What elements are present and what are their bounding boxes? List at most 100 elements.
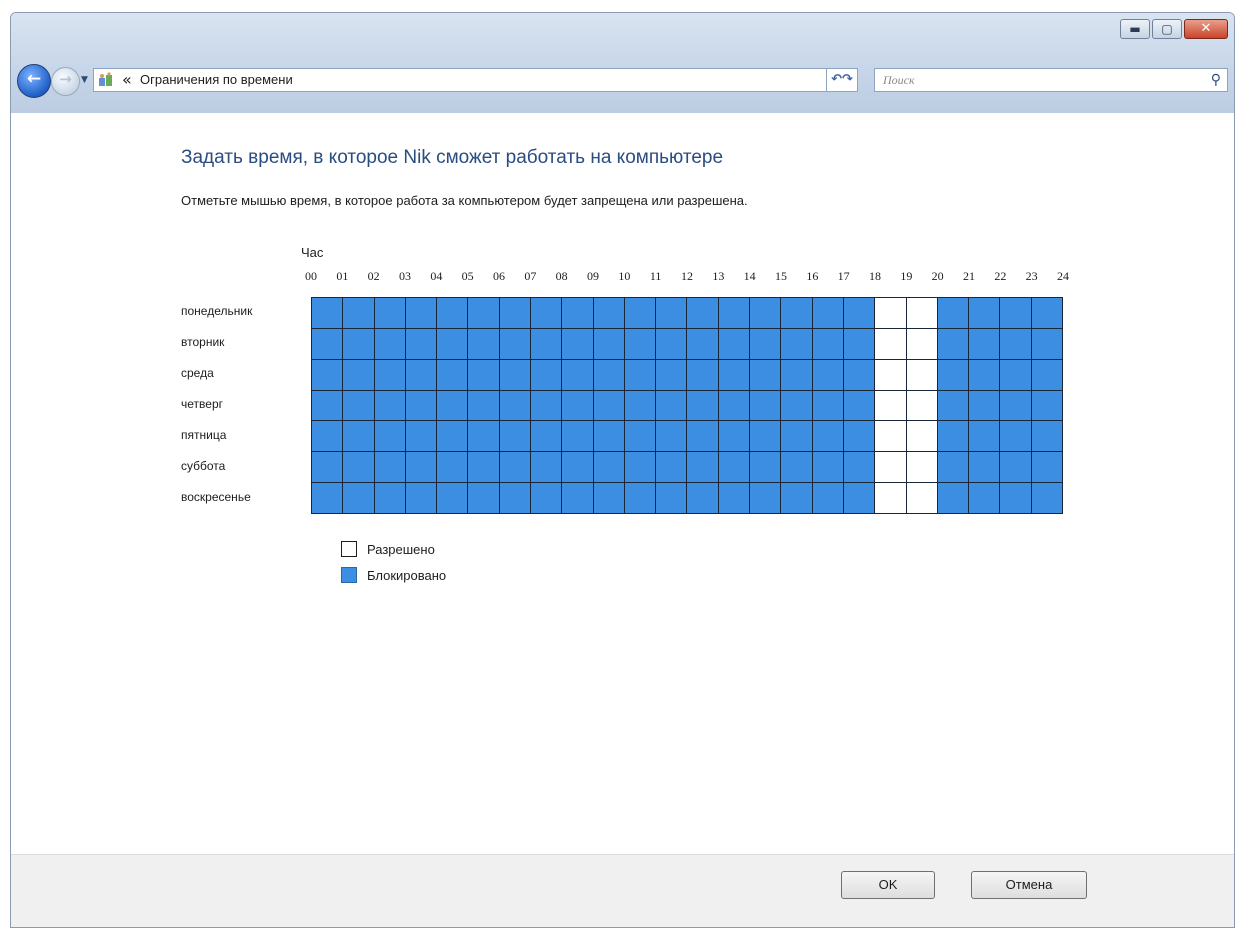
time-slot-0-7[interactable] (531, 298, 562, 328)
ok-button[interactable]: OK (841, 871, 935, 899)
time-slot-4-13[interactable] (718, 421, 750, 452)
time-slot-3-12[interactable] (687, 390, 718, 421)
time-slot-0-9[interactable] (593, 298, 624, 328)
time-slot-2-2[interactable] (374, 359, 405, 390)
time-slot-2-7[interactable] (531, 359, 562, 390)
time-slot-0-8[interactable] (562, 298, 593, 328)
time-slot-0-13[interactable] (718, 298, 750, 328)
time-slot-4-4[interactable] (437, 421, 468, 452)
time-slot-5-20[interactable] (937, 452, 969, 483)
time-slot-4-12[interactable] (687, 421, 718, 452)
time-slot-0-1[interactable] (343, 298, 374, 328)
time-slot-0-15[interactable] (781, 298, 812, 328)
time-slot-6-11[interactable] (656, 483, 687, 513)
time-slot-1-6[interactable] (499, 328, 531, 359)
time-slot-4-23[interactable] (1031, 421, 1062, 452)
time-slot-6-6[interactable] (499, 483, 531, 513)
time-slot-6-22[interactable] (1000, 483, 1031, 513)
time-slot-6-9[interactable] (593, 483, 624, 513)
time-slot-4-11[interactable] (656, 421, 687, 452)
time-slot-4-16[interactable] (812, 421, 843, 452)
time-slot-1-2[interactable] (374, 328, 405, 359)
time-slot-2-21[interactable] (969, 359, 1000, 390)
time-slot-2-5[interactable] (468, 359, 499, 390)
time-slot-1-16[interactable] (812, 328, 843, 359)
time-slot-0-10[interactable] (624, 298, 656, 328)
time-slot-2-16[interactable] (812, 359, 843, 390)
time-slot-6-5[interactable] (468, 483, 499, 513)
time-slot-1-17[interactable] (843, 328, 875, 359)
time-slot-6-17[interactable] (843, 483, 875, 513)
time-slot-4-15[interactable] (781, 421, 812, 452)
time-slot-5-2[interactable] (374, 452, 405, 483)
back-button[interactable]: ← (17, 64, 51, 98)
time-slot-1-10[interactable] (624, 328, 656, 359)
time-slot-3-10[interactable] (624, 390, 656, 421)
time-slot-0-2[interactable] (374, 298, 405, 328)
time-slot-1-13[interactable] (718, 328, 750, 359)
time-slot-5-3[interactable] (405, 452, 437, 483)
time-slot-5-23[interactable] (1031, 452, 1062, 483)
time-slot-2-9[interactable] (593, 359, 624, 390)
time-slot-4-3[interactable] (405, 421, 437, 452)
time-slot-2-1[interactable] (343, 359, 374, 390)
time-slot-6-20[interactable] (937, 483, 969, 513)
time-slot-5-5[interactable] (468, 452, 499, 483)
time-slot-3-16[interactable] (812, 390, 843, 421)
time-slot-5-19[interactable] (906, 452, 937, 483)
close-button[interactable]: ✕ (1184, 19, 1228, 39)
time-slot-1-1[interactable] (343, 328, 374, 359)
time-slot-5-22[interactable] (1000, 452, 1031, 483)
time-slot-6-8[interactable] (562, 483, 593, 513)
time-slot-0-4[interactable] (437, 298, 468, 328)
time-slot-6-19[interactable] (906, 483, 937, 513)
time-slot-1-23[interactable] (1031, 328, 1062, 359)
time-slot-2-20[interactable] (937, 359, 969, 390)
time-slot-0-6[interactable] (499, 298, 531, 328)
time-slot-3-6[interactable] (499, 390, 531, 421)
time-slot-1-22[interactable] (1000, 328, 1031, 359)
time-slot-4-5[interactable] (468, 421, 499, 452)
time-slot-2-18[interactable] (875, 359, 906, 390)
time-slot-5-9[interactable] (593, 452, 624, 483)
time-slot-2-15[interactable] (781, 359, 812, 390)
time-slot-1-19[interactable] (906, 328, 937, 359)
time-slot-3-5[interactable] (468, 390, 499, 421)
time-slot-5-6[interactable] (499, 452, 531, 483)
refresh-button[interactable]: ↶↷ (826, 68, 858, 92)
time-slot-3-13[interactable] (718, 390, 750, 421)
time-slot-3-2[interactable] (374, 390, 405, 421)
time-slot-3-15[interactable] (781, 390, 812, 421)
time-slot-1-11[interactable] (656, 328, 687, 359)
time-slot-2-17[interactable] (843, 359, 875, 390)
time-slot-5-18[interactable] (875, 452, 906, 483)
time-slot-4-9[interactable] (593, 421, 624, 452)
time-slot-4-20[interactable] (937, 421, 969, 452)
address-bar[interactable]: « Ограничения по времени ▼ (93, 68, 854, 92)
time-slot-6-12[interactable] (687, 483, 718, 513)
time-slot-1-14[interactable] (750, 328, 781, 359)
time-slot-2-3[interactable] (405, 359, 437, 390)
time-slot-6-1[interactable] (343, 483, 374, 513)
time-slot-6-3[interactable] (405, 483, 437, 513)
time-slot-6-18[interactable] (875, 483, 906, 513)
time-slot-3-19[interactable] (906, 390, 937, 421)
time-slot-3-17[interactable] (843, 390, 875, 421)
time-slot-5-4[interactable] (437, 452, 468, 483)
time-slot-3-21[interactable] (969, 390, 1000, 421)
time-slot-4-1[interactable] (343, 421, 374, 452)
time-slot-2-6[interactable] (499, 359, 531, 390)
time-slot-1-5[interactable] (468, 328, 499, 359)
search-input[interactable]: Поиск ⚲ (874, 68, 1228, 92)
time-slot-6-10[interactable] (624, 483, 656, 513)
time-slot-1-9[interactable] (593, 328, 624, 359)
time-slot-0-23[interactable] (1031, 298, 1062, 328)
time-slot-5-8[interactable] (562, 452, 593, 483)
time-slot-3-3[interactable] (405, 390, 437, 421)
time-slot-1-7[interactable] (531, 328, 562, 359)
time-slot-2-22[interactable] (1000, 359, 1031, 390)
time-slot-5-11[interactable] (656, 452, 687, 483)
time-slot-4-18[interactable] (875, 421, 906, 452)
time-slot-2-10[interactable] (624, 359, 656, 390)
time-slot-0-17[interactable] (843, 298, 875, 328)
